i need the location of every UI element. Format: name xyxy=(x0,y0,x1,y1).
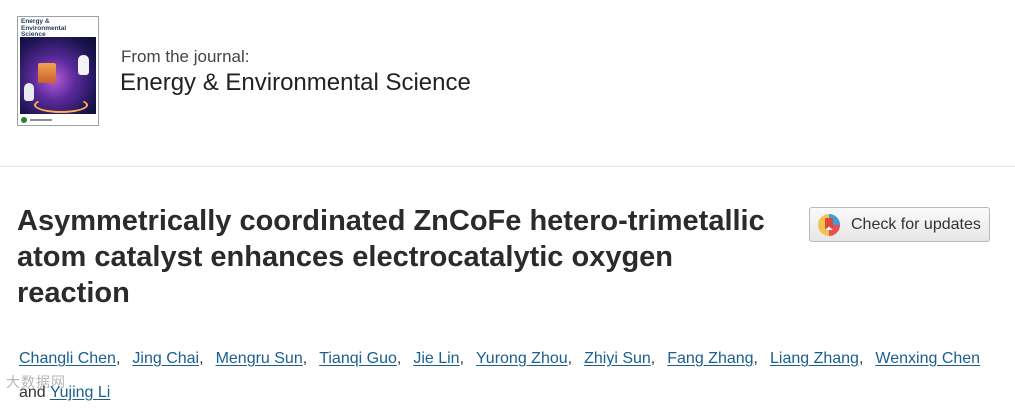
journal-name-link[interactable]: Energy & Environmental Science xyxy=(120,69,471,97)
author-separator: , xyxy=(567,350,573,367)
author-link[interactable]: Fang Zhang xyxy=(667,350,753,367)
cover-artwork xyxy=(20,37,96,114)
cover-astronaut-graphic xyxy=(24,83,34,101)
cover-footer-bar xyxy=(30,119,52,121)
author-separator: , xyxy=(115,350,121,367)
publisher-logo-icon xyxy=(21,117,27,123)
author-link[interactable]: Wenxing Chen xyxy=(875,350,980,367)
author-link[interactable]: Jing Chai xyxy=(132,350,199,367)
author-separator: , xyxy=(650,350,656,367)
cover-ring-graphic xyxy=(34,97,88,113)
author-link[interactable]: Mengru Sun xyxy=(216,350,303,367)
author-link[interactable]: Changli Chen xyxy=(19,350,116,367)
journal-cover-image[interactable]: Energy & Environmental Science xyxy=(17,16,99,126)
author-link[interactable]: Tianqi Guo xyxy=(319,350,397,367)
header-divider xyxy=(0,166,1015,167)
author-link[interactable]: Jie Lin xyxy=(413,350,459,367)
author-separator: , xyxy=(199,350,204,367)
author-separator: , xyxy=(753,350,758,367)
article-title: Asymmetrically coordinated ZnCoFe hetero… xyxy=(17,205,765,309)
cover-footer xyxy=(21,116,95,124)
author-list: Changli Chen, Jing Chai, Mengru Sun, Tianqi… xyxy=(19,342,999,410)
cover-astronaut-graphic xyxy=(78,55,89,75)
crossmark-icon xyxy=(818,214,840,236)
watermark: 大数据网 xyxy=(6,374,66,390)
author-link[interactable]: Zhiyi Sun xyxy=(584,350,651,367)
cover-cube-graphic xyxy=(38,63,56,83)
check-for-updates-button[interactable]: Check for updates xyxy=(809,207,990,242)
cover-title: Energy & Environmental Science xyxy=(21,18,67,38)
author-separator: , xyxy=(459,350,465,367)
author-separator: , xyxy=(396,350,402,367)
journal-from-label: From the journal: xyxy=(121,47,250,66)
author-separator: , xyxy=(858,350,864,367)
journal-header: Energy & Environmental Science From the … xyxy=(0,0,1015,167)
author-link[interactable]: Yurong Zhou xyxy=(476,350,568,367)
author-link[interactable]: Liang Zhang xyxy=(770,350,859,367)
author-separator: , xyxy=(302,350,308,367)
check-for-updates-label: Check for updates xyxy=(851,216,981,233)
